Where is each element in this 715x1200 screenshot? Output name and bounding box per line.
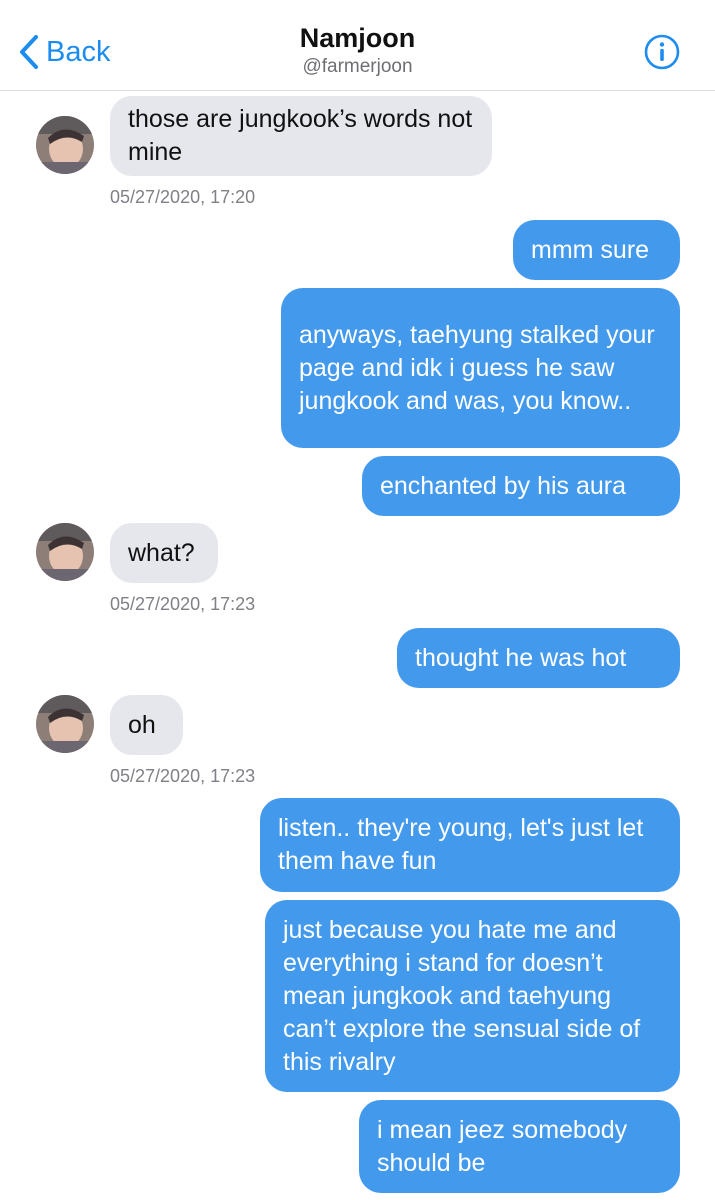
message-timestamp: 05/27/2020, 17:20 xyxy=(110,187,256,207)
message-bubble-outgoing: mmm sure xyxy=(513,220,680,280)
message-bubble-outgoing: just because you hate me and everything … xyxy=(265,900,680,1092)
avatar[interactable] xyxy=(36,695,94,753)
message-timestamp: 05/27/2020, 17:23 xyxy=(110,594,256,614)
message-text: oh xyxy=(128,710,156,739)
message-bubble-outgoing: i mean jeez somebody should be xyxy=(359,1100,680,1193)
message-text: those are jungkook’s words not mine xyxy=(128,105,473,166)
conversation-header: Back Namjoon @farmerjoon xyxy=(0,0,715,91)
message-text: thought he was hot xyxy=(415,643,627,672)
message-timestamp: 05/27/2020, 17:23 xyxy=(110,766,256,786)
message-bubble-outgoing: anyways, taehyung stalked your page and … xyxy=(281,288,680,448)
message-text: what? xyxy=(128,538,195,567)
info-button[interactable] xyxy=(644,34,680,70)
info-icon xyxy=(644,34,680,70)
message-bubble-incoming: those are jungkook’s words not mine xyxy=(110,96,492,176)
message-text: listen.. they're young, let's just let t… xyxy=(278,814,644,875)
message-text: enchanted by his aura xyxy=(380,471,627,500)
avatar[interactable] xyxy=(36,523,94,581)
message-text: anyways, taehyung stalked your page and … xyxy=(299,320,655,415)
message-bubble-outgoing: enchanted by his aura xyxy=(362,456,680,516)
message-text: i mean jeez somebody should be xyxy=(377,1115,628,1177)
message-text: mmm sure xyxy=(531,235,650,264)
contact-handle: @farmerjoon xyxy=(302,56,413,77)
message-bubble-incoming: what? xyxy=(110,523,218,583)
message-bubble-incoming: oh xyxy=(110,695,183,755)
message-text: just because you hate me and everything … xyxy=(283,915,641,1076)
avatar[interactable] xyxy=(36,116,94,174)
message-bubble-outgoing: listen.. they're young, let's just let t… xyxy=(260,798,680,892)
contact-name: Namjoon xyxy=(299,23,416,53)
message-bubble-outgoing: thought he was hot xyxy=(397,628,680,688)
